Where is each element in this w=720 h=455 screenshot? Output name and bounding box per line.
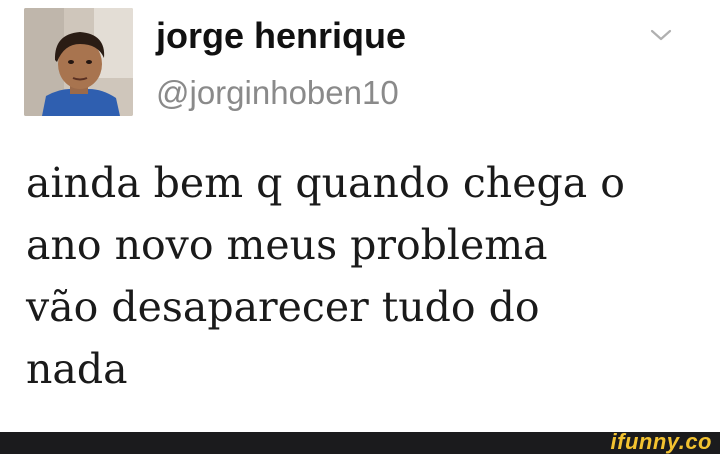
user-handle[interactable]: @jorginhoben10 xyxy=(156,73,399,113)
tweet-text-line: ano novo meus problema xyxy=(26,221,548,269)
watermark-bar: ifunny.co xyxy=(0,429,720,454)
avatar-image xyxy=(24,8,133,116)
chevron-down-icon[interactable] xyxy=(649,27,673,43)
tweet-card: jorge henrique @jorginhoben10 ainda bem … xyxy=(0,0,720,432)
display-name[interactable]: jorge henrique xyxy=(156,14,406,58)
tweet-text-line: nada xyxy=(26,345,128,393)
tweet-text-line: ainda bem q quando chega o xyxy=(26,159,625,207)
ifunny-watermark: ifunny.co xyxy=(610,429,712,454)
tweet-text: ainda bem q quando chega o ano novo meus… xyxy=(26,152,696,400)
avatar[interactable] xyxy=(24,8,133,116)
tweet-text-line: vão desaparecer tudo do xyxy=(26,283,540,331)
